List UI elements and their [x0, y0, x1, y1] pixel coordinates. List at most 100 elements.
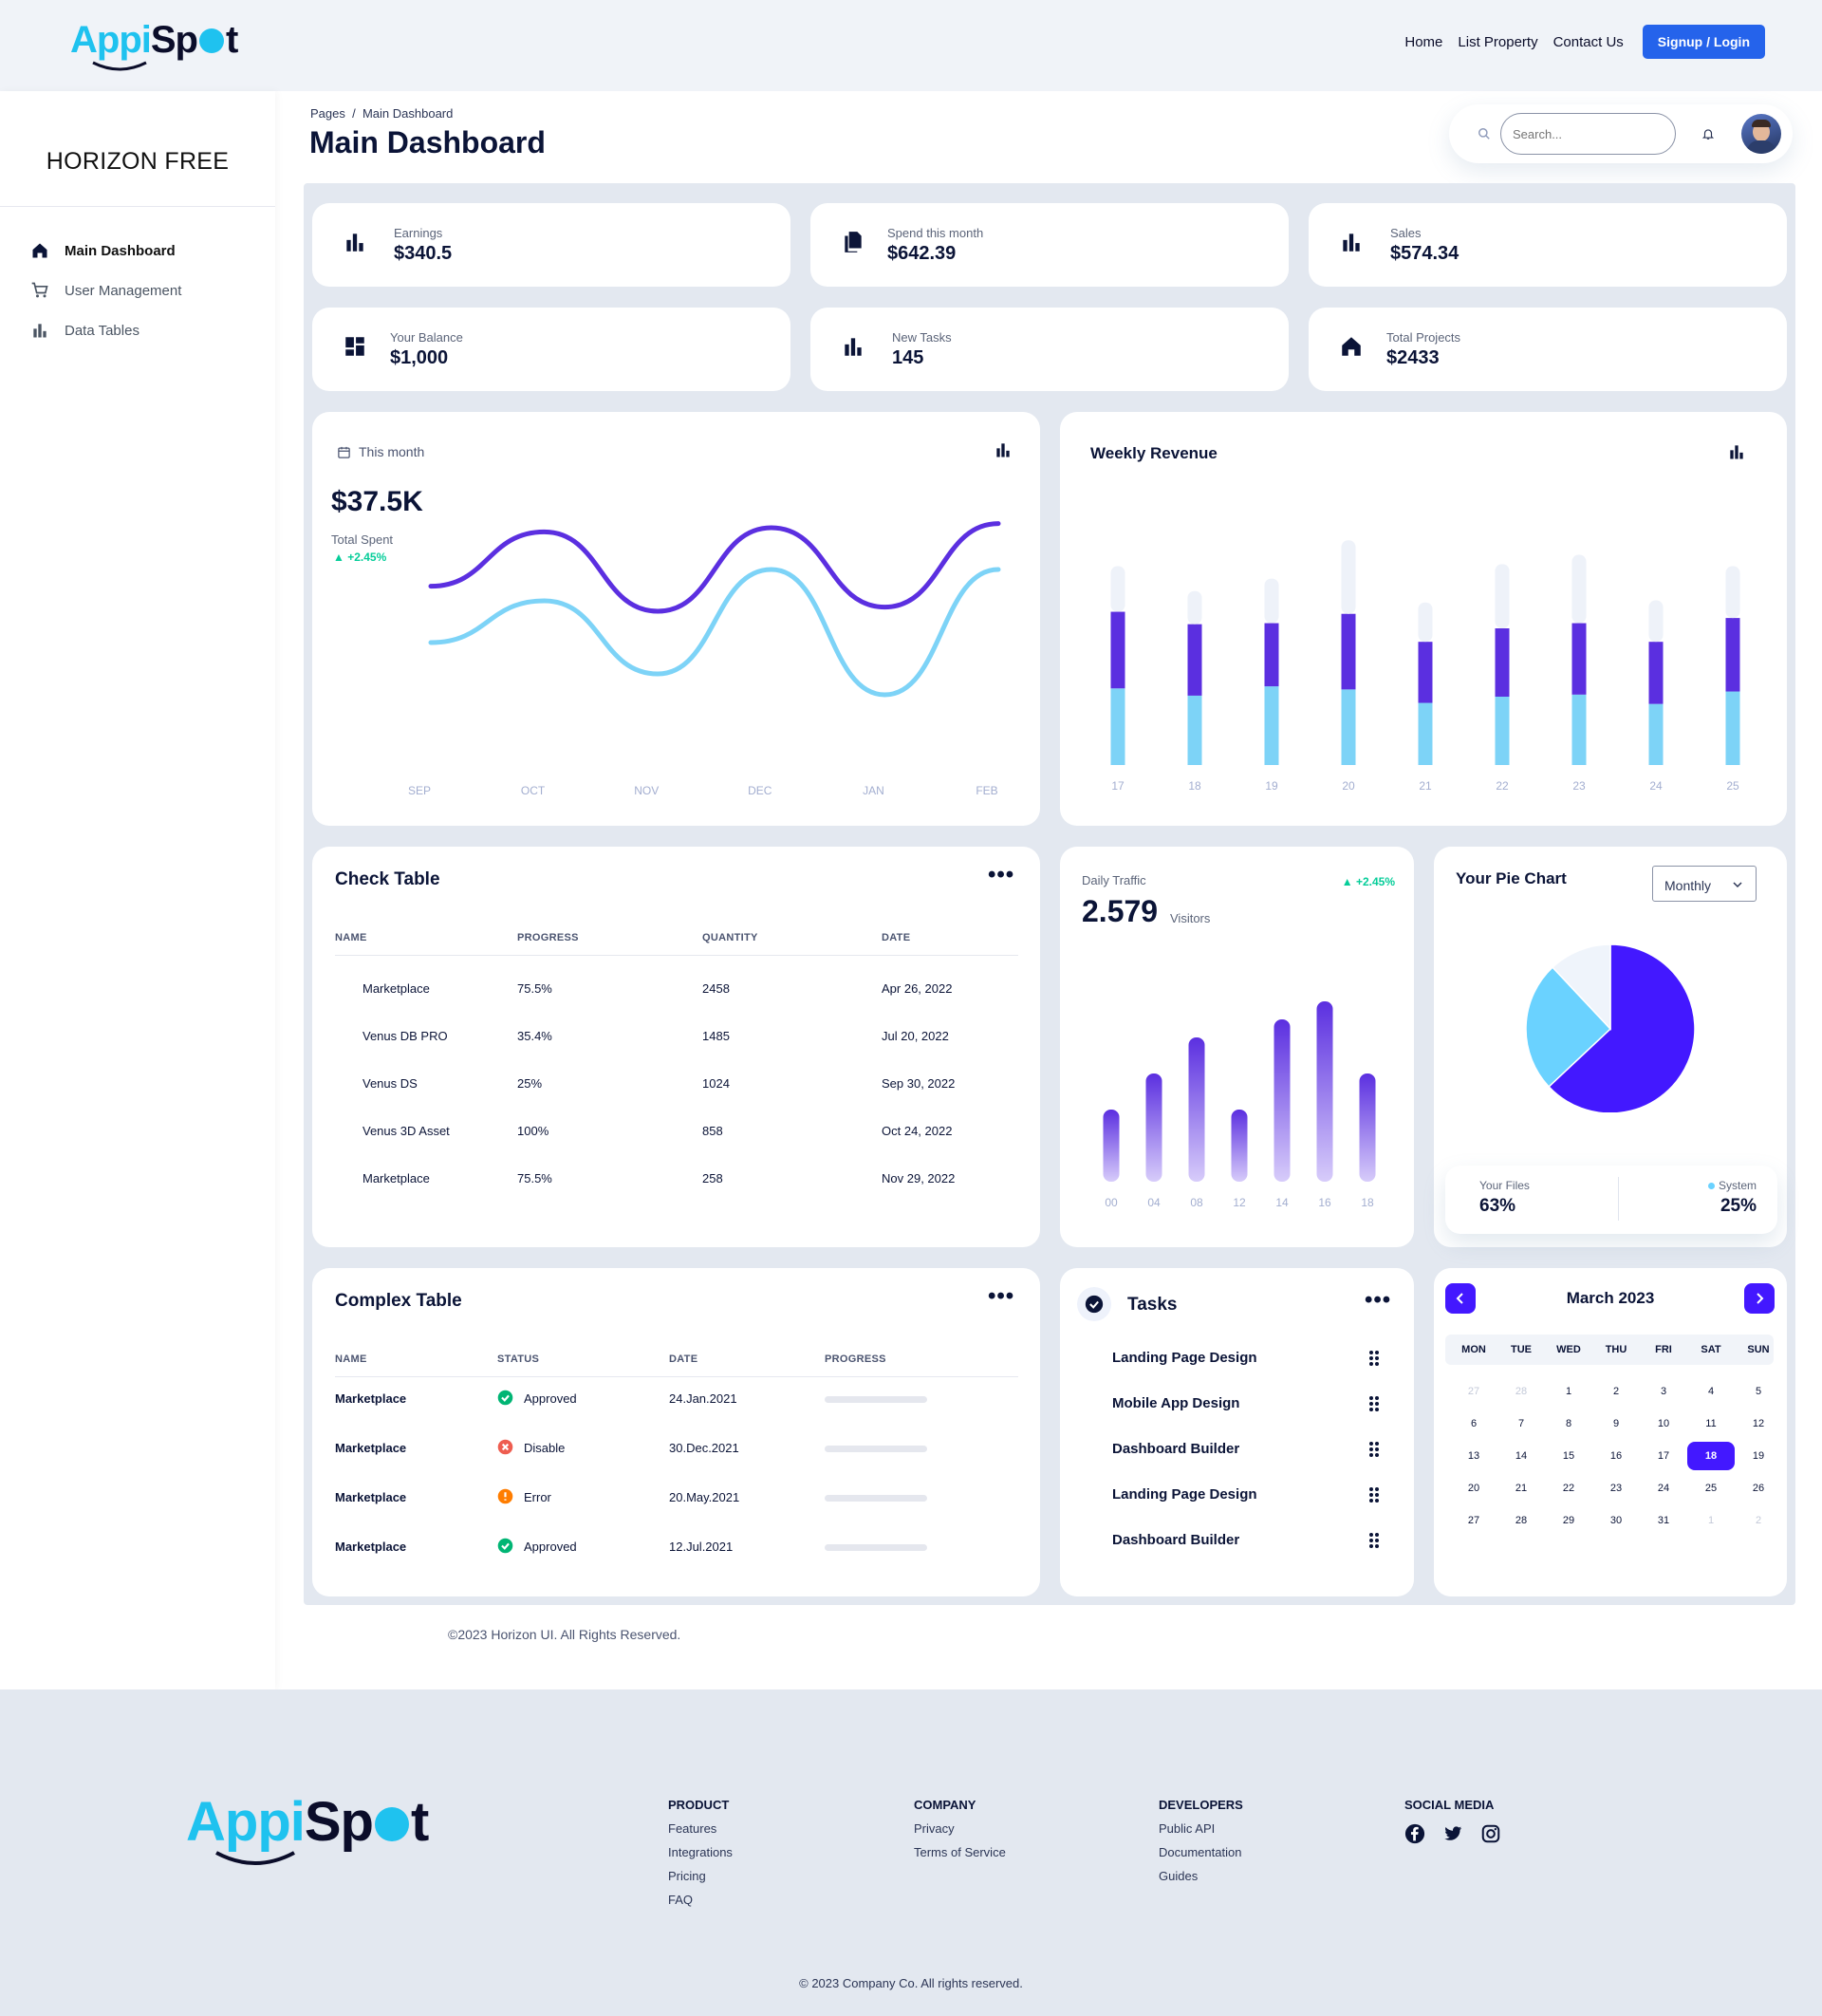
calendar-day-selected[interactable]: 18 — [1687, 1442, 1735, 1470]
table-row[interactable]: Marketplace 75.5% 258 Nov 29, 2022 — [312, 1171, 1040, 1194]
calendar-day[interactable]: 28 — [1499, 1506, 1543, 1535]
footer-link[interactable]: Pricing — [668, 1869, 733, 1883]
table-row[interactable]: Marketplace 75.5% 2458 Apr 26, 2022 — [312, 981, 1040, 1004]
sidebar-item-user-management[interactable]: User Management — [30, 281, 181, 300]
footer-link[interactable]: FAQ — [668, 1893, 733, 1907]
bar-segment — [1418, 642, 1433, 703]
next-month-button[interactable] — [1744, 1283, 1775, 1314]
task-item[interactable]: Dashboard Builder — [1060, 1532, 1414, 1555]
table-row[interactable]: Marketplace Disable 30.Dec.2021 — [312, 1439, 1040, 1464]
twitter-icon[interactable] — [1442, 1823, 1463, 1844]
calendar-day[interactable]: 3 — [1642, 1377, 1685, 1406]
drag-handle-icon[interactable] — [1368, 1395, 1380, 1412]
footer-link[interactable]: Privacy — [914, 1821, 1006, 1836]
calendar-day[interactable]: 28 — [1499, 1377, 1543, 1406]
more-options-icon[interactable]: ••• — [988, 862, 1014, 888]
footer-logo[interactable]: AppiSp t — [186, 1790, 429, 1865]
drag-handle-icon[interactable] — [1368, 1532, 1380, 1549]
calendar-day[interactable]: 25 — [1689, 1474, 1733, 1503]
footer-link[interactable]: Integrations — [668, 1845, 733, 1859]
footer-link[interactable]: Documentation — [1159, 1845, 1243, 1859]
calendar-day[interactable]: 19 — [1737, 1442, 1780, 1470]
signup-login-button[interactable]: Signup / Login — [1642, 25, 1765, 59]
table-row[interactable]: Venus DS 25% 1024 Sep 30, 2022 — [312, 1076, 1040, 1099]
column-header[interactable]: DATE — [882, 932, 910, 943]
calendar-day[interactable]: 9 — [1594, 1409, 1638, 1438]
task-item[interactable]: Dashboard Builder — [1060, 1441, 1414, 1464]
facebook-icon[interactable] — [1404, 1823, 1425, 1844]
search-input[interactable] — [1500, 113, 1676, 155]
instagram-icon[interactable] — [1480, 1823, 1501, 1844]
column-header[interactable]: QUANTITY — [702, 932, 758, 943]
table-row[interactable]: Marketplace Error 20.May.2021 — [312, 1488, 1040, 1513]
bell-icon[interactable] — [1701, 126, 1715, 141]
calendar-day[interactable]: 21 — [1499, 1474, 1543, 1503]
calendar-day[interactable]: 23 — [1594, 1474, 1638, 1503]
breadcrumb-root[interactable]: Pages — [310, 106, 345, 121]
calendar-day[interactable]: 1 — [1547, 1377, 1590, 1406]
top-nav: Home List Property Contact Us Signup / L… — [1404, 25, 1765, 59]
task-item[interactable]: Mobile App Design — [1060, 1395, 1414, 1418]
bar-segment — [1110, 611, 1125, 689]
column-header[interactable]: NAME — [335, 1353, 367, 1365]
calendar-day[interactable]: 12 — [1737, 1409, 1780, 1438]
task-item[interactable]: Landing Page Design — [1060, 1350, 1414, 1372]
calendar-day[interactable]: 27 — [1452, 1377, 1496, 1406]
more-options-icon[interactable]: ••• — [1365, 1287, 1391, 1314]
more-options-icon[interactable]: ••• — [988, 1283, 1014, 1310]
calendar-day[interactable]: 29 — [1547, 1506, 1590, 1535]
nav-list-property[interactable]: List Property — [1458, 34, 1537, 50]
sidebar-item-main-dashboard[interactable]: Main Dashboard — [30, 241, 176, 260]
calendar-day[interactable]: 7 — [1499, 1409, 1543, 1438]
footer-link[interactable]: Guides — [1159, 1869, 1243, 1883]
drag-handle-icon[interactable] — [1368, 1350, 1380, 1367]
calendar-day[interactable]: 20 — [1452, 1474, 1496, 1503]
bar-segment — [1418, 602, 1433, 643]
brand-logo[interactable]: AppiSp t — [70, 19, 238, 71]
drag-handle-icon[interactable] — [1368, 1441, 1380, 1458]
table-row[interactable]: Marketplace Approved 12.Jul.2021 — [312, 1538, 1040, 1562]
table-row[interactable]: Venus 3D Asset 100% 858 Oct 24, 2022 — [312, 1124, 1040, 1147]
calendar-day[interactable]: 8 — [1547, 1409, 1590, 1438]
dashboard-icon — [345, 337, 364, 356]
table-row[interactable]: Marketplace Approved 24.Jan.2021 — [312, 1390, 1040, 1414]
calendar-day[interactable]: 1 — [1689, 1506, 1733, 1535]
nav-contact-us[interactable]: Contact Us — [1553, 34, 1624, 50]
x-tick-label: 14 — [1275, 1196, 1289, 1209]
calendar-day[interactable]: 11 — [1689, 1409, 1733, 1438]
calendar-day[interactable]: 30 — [1594, 1506, 1638, 1535]
column-header[interactable]: STATUS — [497, 1353, 539, 1365]
calendar-day[interactable]: 14 — [1499, 1442, 1543, 1470]
column-header[interactable]: PROGRESS — [825, 1353, 886, 1365]
footer-link[interactable]: Features — [668, 1821, 733, 1836]
calendar-day[interactable]: 22 — [1547, 1474, 1590, 1503]
calendar-day[interactable]: 2 — [1737, 1506, 1780, 1535]
calendar-day[interactable]: 13 — [1452, 1442, 1496, 1470]
calendar-day[interactable]: 5 — [1737, 1377, 1780, 1406]
column-header[interactable]: NAME — [335, 932, 367, 943]
nav-home[interactable]: Home — [1404, 34, 1442, 50]
calendar-day[interactable]: 15 — [1547, 1442, 1590, 1470]
column-header[interactable]: DATE — [669, 1353, 697, 1365]
table-cell: Marketplace — [363, 981, 430, 996]
sidebar-item-data-tables[interactable]: Data Tables — [30, 321, 139, 340]
footer-link[interactable]: Public API — [1159, 1821, 1243, 1836]
calendar-day[interactable]: 27 — [1452, 1506, 1496, 1535]
drag-handle-icon[interactable] — [1368, 1486, 1380, 1503]
column-header[interactable]: PROGRESS — [517, 932, 579, 943]
calendar-day[interactable]: 16 — [1594, 1442, 1638, 1470]
calendar-day[interactable]: 24 — [1642, 1474, 1685, 1503]
calendar-day[interactable]: 4 — [1689, 1377, 1733, 1406]
calendar-day[interactable]: 6 — [1452, 1409, 1496, 1438]
calendar-month: March 2023 — [1566, 1289, 1655, 1307]
calendar-day[interactable]: 2 — [1594, 1377, 1638, 1406]
table-row[interactable]: Venus DB PRO 35.4% 1485 Jul 20, 2022 — [312, 1029, 1040, 1052]
avatar[interactable] — [1741, 114, 1781, 154]
calendar-day[interactable]: 10 — [1642, 1409, 1685, 1438]
task-item[interactable]: Landing Page Design — [1060, 1486, 1414, 1509]
calendar-day[interactable]: 26 — [1737, 1474, 1780, 1503]
calendar-day[interactable]: 17 — [1642, 1442, 1685, 1470]
footer-link[interactable]: Terms of Service — [914, 1845, 1006, 1859]
footer-column-title: SOCIAL MEDIA — [1404, 1798, 1495, 1812]
calendar-day[interactable]: 31 — [1642, 1506, 1685, 1535]
